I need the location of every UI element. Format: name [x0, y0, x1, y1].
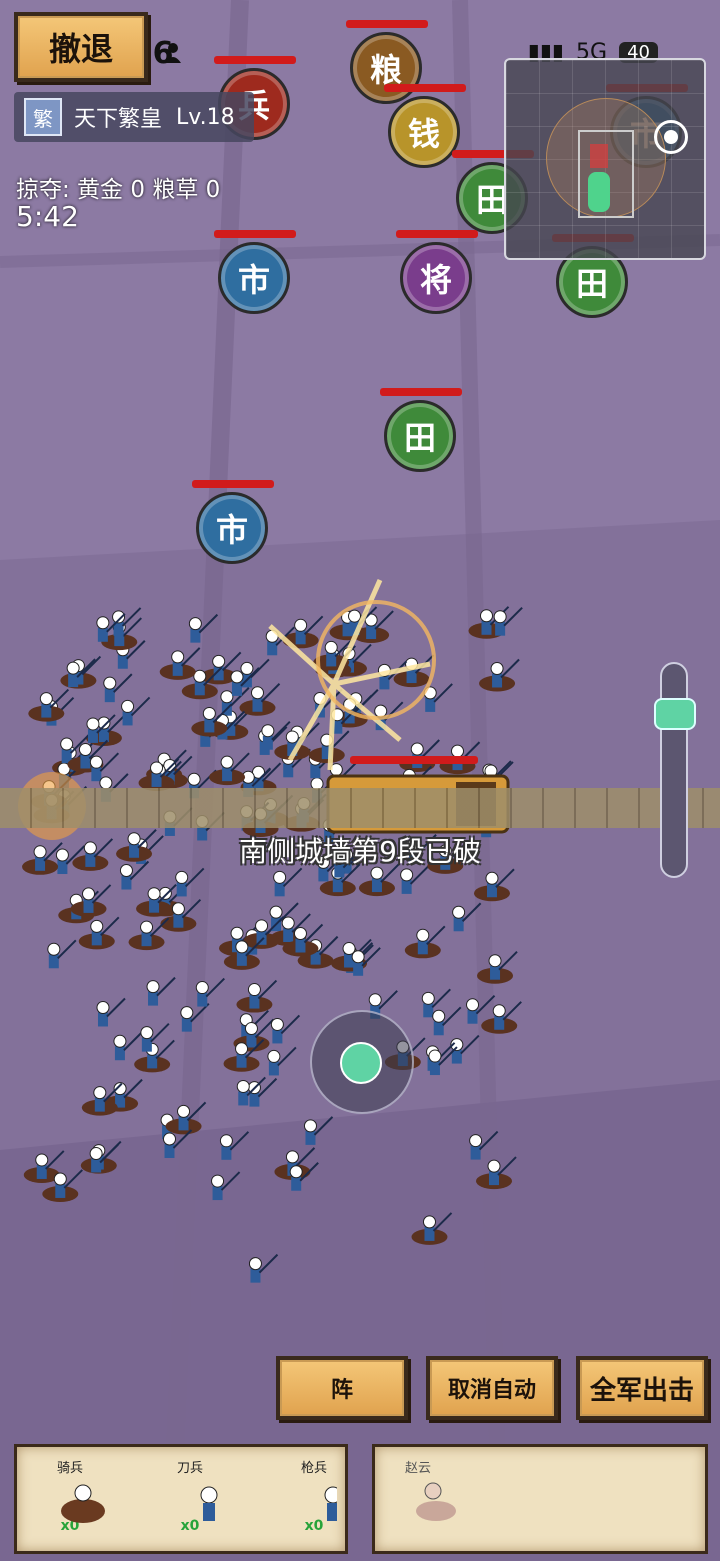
- minimap-army: [588, 172, 610, 212]
- cancel-auto-button[interactable]: 取消自动: [426, 1356, 558, 1420]
- zoom-slider-track[interactable]: [660, 662, 688, 878]
- hero-panel: 赵云: [372, 1444, 708, 1554]
- building-hp-bar: [214, 230, 296, 238]
- person-icon: [164, 42, 182, 64]
- unit-name: 刀兵: [176, 1461, 203, 1476]
- building-token[interactable]: 将: [400, 242, 472, 314]
- building-hp-bar: [214, 56, 296, 64]
- player-name: 天下繁皇: [74, 107, 163, 132]
- building-token[interactable]: 市: [196, 492, 268, 564]
- unit-panel: 骑兵 x0 刀兵 x0 枪兵 x0: [14, 1444, 348, 1554]
- building-token[interactable]: 田: [384, 400, 456, 472]
- building-token[interactable]: 粮: [350, 32, 422, 104]
- building-hp-bar: [396, 230, 478, 238]
- hero-sprite[interactable]: [411, 1477, 461, 1527]
- formation-button[interactable]: 阵: [276, 1356, 408, 1420]
- unit-sprites: [61, 1484, 337, 1523]
- target-icon[interactable]: [654, 120, 688, 154]
- building-hp-bar: [192, 480, 274, 488]
- building-token[interactable]: 市: [218, 242, 290, 314]
- zoom-slider-handle[interactable]: [654, 698, 696, 730]
- unit-name: 枪兵: [300, 1461, 327, 1476]
- building-hp-bar: [346, 20, 428, 28]
- loot-text: 掠夺: 黄金 0 粮草 0: [16, 177, 221, 203]
- wall-breach-message: 南侧城墙第9段已破: [239, 835, 481, 868]
- unit-name: 骑兵: [56, 1461, 83, 1476]
- city-wall: [0, 788, 720, 828]
- joystick-knob[interactable]: [340, 1042, 382, 1084]
- building-hp-bar: [380, 388, 462, 396]
- player-badge: 繁: [24, 98, 62, 136]
- building-hp-bar: [384, 84, 466, 92]
- minimap[interactable]: [504, 58, 706, 260]
- battle-timer: 5:42: [16, 200, 79, 233]
- retreat-button[interactable]: 撤退: [14, 12, 148, 82]
- all-attack-button[interactable]: 全军出击: [576, 1356, 708, 1420]
- hero-name: 赵云: [405, 1461, 432, 1476]
- building-token[interactable]: 钱: [388, 96, 460, 168]
- gate-hp-bar: [350, 756, 478, 764]
- minimap-enemy: [590, 144, 608, 168]
- player-level: Lv.18: [176, 104, 235, 130]
- player-info: 繁 天下繁皇 Lv.18: [14, 92, 254, 142]
